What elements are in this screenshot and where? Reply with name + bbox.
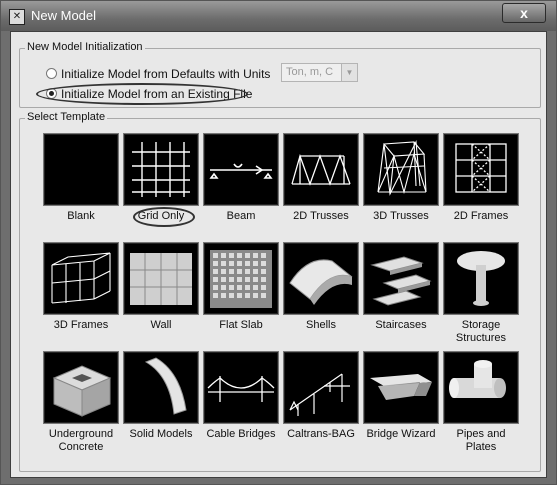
template-label: 2D Frames <box>453 210 509 222</box>
template-label: Caltrans-BAG <box>287 428 355 440</box>
template-label: Storage Structures <box>455 319 507 344</box>
underground-concrete-template-icon <box>43 351 119 424</box>
beam-template-icon <box>203 133 279 206</box>
units-dropdown[interactable]: Ton, m, C ▼ <box>281 63 358 82</box>
init-group: New Model Initialization Initialize Mode… <box>19 41 541 108</box>
template-flat-slab[interactable]: Flat Slab <box>203 242 279 332</box>
template-group: Select Template Blank Grid Only Beam 2D … <box>19 111 541 472</box>
template-2d-frames[interactable]: 2D Frames <box>443 133 519 223</box>
template-bridge-wizard[interactable]: Bridge Wizard <box>363 351 439 441</box>
template-3d-trusses[interactable]: 3D Trusses <box>363 133 439 223</box>
highlight-oval-existing-file <box>36 83 248 105</box>
cable-bridges-template-icon <box>203 351 279 424</box>
solid-models-template-icon <box>123 351 199 424</box>
template-label: Pipes and Plates <box>456 428 506 453</box>
template-label: Flat Slab <box>219 319 263 331</box>
new-model-dialog: ✕ New Model x New Model Initialization I… <box>0 0 557 485</box>
close-button[interactable]: x <box>502 3 546 23</box>
2d-trusses-template-icon <box>283 133 359 206</box>
2d-frames-template-icon <box>443 133 519 206</box>
template-pipes-and-plates[interactable]: Pipes and Plates <box>443 351 519 454</box>
init-group-legend: New Model Initialization <box>25 41 145 53</box>
template-caltrans-bag[interactable]: Caltrans-BAG <box>283 351 359 441</box>
title-bar[interactable]: ✕ New Model x <box>1 1 556 31</box>
template-blank[interactable]: Blank <box>43 133 119 223</box>
window-title: New Model <box>31 8 97 23</box>
radio-defaults-units[interactable]: Initialize Model from Defaults with Unit… <box>46 67 270 81</box>
template-3d-frames[interactable]: 3D Frames <box>43 242 119 332</box>
3d-frames-template-icon <box>43 242 119 315</box>
3d-trusses-template-icon <box>363 133 439 206</box>
template-underground-concrete[interactable]: Underground Concrete <box>43 351 119 454</box>
units-dropdown-value: Ton, m, C <box>286 66 334 78</box>
grid-only-template-icon <box>123 133 199 206</box>
caltrans-bag-template-icon <box>283 351 359 424</box>
wall-template-icon <box>123 242 199 315</box>
template-label: Shells <box>306 319 336 331</box>
radio-defaults-units-button[interactable] <box>46 68 57 79</box>
template-cable-bridges[interactable]: Cable Bridges <box>203 351 279 441</box>
dialog-content: New Model Initialization Initialize Mode… <box>10 31 547 478</box>
template-label: Bridge Wizard <box>366 428 436 440</box>
template-label: Beam <box>226 210 256 222</box>
template-label: 3D Trusses <box>373 210 429 222</box>
flat-slab-template-icon <box>203 242 279 315</box>
staircases-template-icon <box>363 242 439 315</box>
template-label: Underground Concrete <box>48 428 114 453</box>
pipes-and-plates-template-icon <box>443 351 519 424</box>
template-wall[interactable]: Wall <box>123 242 199 332</box>
template-solid-models[interactable]: Solid Models <box>123 351 199 441</box>
template-label: Solid Models <box>129 428 193 440</box>
template-group-legend: Select Template <box>25 111 108 123</box>
radio-defaults-units-label: Initialize Model from Defaults with Unit… <box>61 67 271 81</box>
template-beam[interactable]: Beam <box>203 133 279 223</box>
highlight-oval-grid-only <box>133 207 195 227</box>
template-label: Blank <box>67 210 95 222</box>
template-label: Cable Bridges <box>206 428 276 440</box>
template-label: 3D Frames <box>53 319 109 331</box>
template-label: Staircases <box>375 319 427 331</box>
template-label: Wall <box>150 319 172 331</box>
chevron-down-icon[interactable]: ▼ <box>341 64 357 81</box>
app-icon: ✕ <box>9 9 25 25</box>
template-storage-structures[interactable]: Storage Structures <box>443 242 519 345</box>
template-shells[interactable]: Shells <box>283 242 359 332</box>
template-staircases[interactable]: Staircases <box>363 242 439 332</box>
template-2d-trusses[interactable]: 2D Trusses <box>283 133 359 223</box>
bridge-wizard-template-icon <box>363 351 439 424</box>
blank-template-icon <box>43 133 119 206</box>
shells-template-icon <box>283 242 359 315</box>
storage-structures-template-icon <box>443 242 519 315</box>
template-label: 2D Trusses <box>293 210 349 222</box>
